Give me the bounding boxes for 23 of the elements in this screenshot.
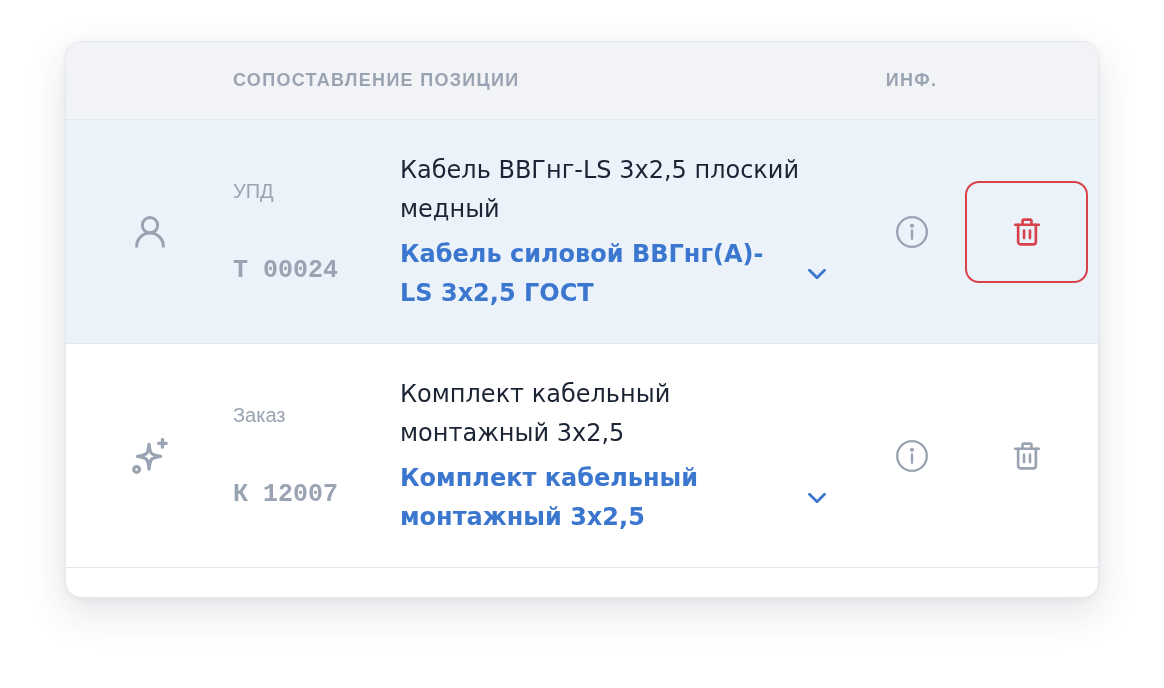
document-number: Т 00024 — [233, 255, 339, 286]
document-type: УПД — [233, 178, 274, 204]
sparkle-icon — [131, 437, 168, 474]
document-number: К 12007 — [233, 479, 339, 510]
info-icon — [895, 439, 928, 472]
item-name: Кабель ВВГнг-LS 3х2,5 плоский медный — [400, 154, 801, 225]
trash-icon — [1013, 441, 1040, 470]
info-icon — [895, 215, 928, 248]
chevron-down-icon — [808, 492, 826, 503]
info-button[interactable] — [895, 215, 928, 248]
match-dropdown[interactable]: Кабель силовой ВВГнг(А)-LS 3х2,5 ГОСТ — [400, 234, 830, 313]
column-header: СОПОСТАВЛЕНИЕ ПОЗИЦИИ — [233, 70, 521, 91]
trash-icon — [1013, 217, 1040, 246]
table-row[interactable]: УПД Т 00024 Кабель ВВГнг-LS 3х2,5 плоский медный Кабель силовой ВВГнг(А)-LS 3х2,5 ГОСТ — [66, 120, 1098, 344]
user-icon — [134, 215, 165, 248]
chevron-down-icon — [808, 268, 826, 279]
match-dropdown[interactable]: Комплект кабельный монтажный 3х2,5 — [400, 458, 830, 537]
delete-button[interactable] — [965, 180, 1088, 283]
document-type: Заказ — [233, 402, 286, 428]
info-button[interactable] — [895, 439, 928, 472]
item-name: Комплект кабельный монтажный 3х2,5 — [400, 378, 672, 449]
table-row[interactable]: Заказ К 12007 Комплект кабельный монтажный 3х2,5 Комплект кабельный монтажный 3х2,5 — [66, 344, 1098, 568]
column-header: ИНФ. — [884, 70, 939, 91]
